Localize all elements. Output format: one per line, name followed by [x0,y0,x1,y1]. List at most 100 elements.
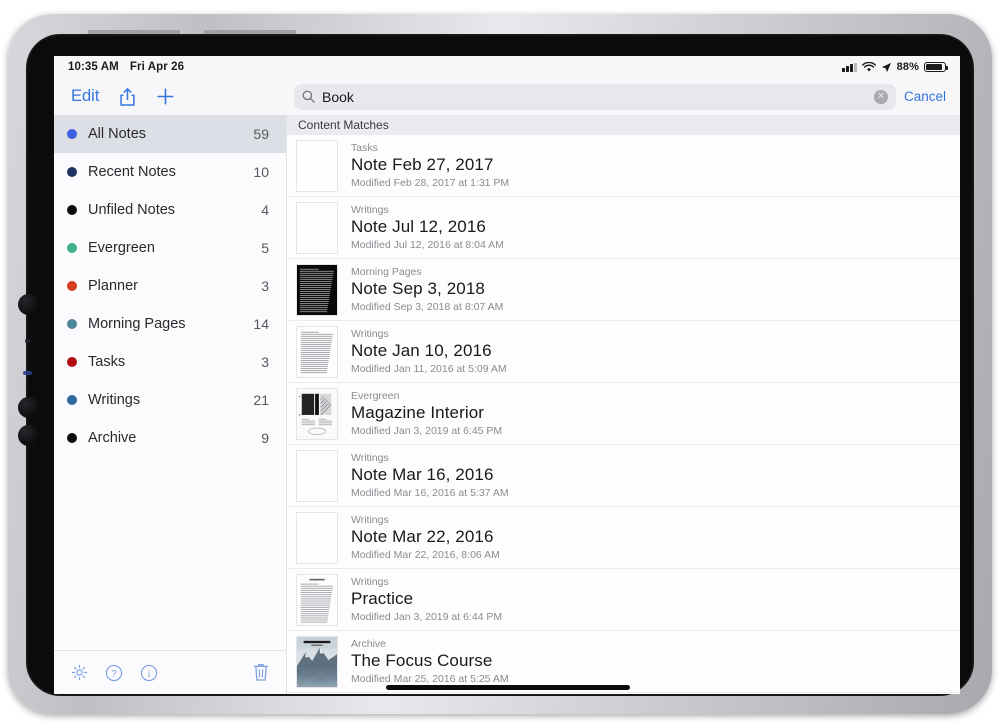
note-text-block: Morning Pages Note Sep 3, 2018 Modified Se… [351,266,503,313]
sidebar-item-evergreen[interactable]: Evergreen 5 [54,229,286,267]
note-thumbnail [296,449,338,502]
camera-sensor-top [18,294,39,315]
wifi-icon [861,61,876,72]
location-arrow-icon [881,62,891,72]
sidebar-item-count: 4 [261,202,269,218]
note-folder-label: Morning Pages [351,266,422,279]
search-result-row[interactable]: Archive The Focus Course Modified Mar 25, … [287,631,960,693]
results-section-header: Content Matches [287,115,960,135]
gear-icon[interactable] [71,664,88,681]
search-results-pane: Content Matches Tasks Note Feb 27, 2017 Mo… [287,115,960,694]
search-query-text: Book [322,88,354,105]
note-thumbnail [296,387,338,440]
note-text-block: Writings Note Mar 22, 2016 Modified Mar 22… [351,514,500,561]
note-title: Note Mar 16, 2016 [351,465,494,485]
note-folder-label: Evergreen [351,390,400,403]
edit-button[interactable]: Edit [71,87,99,106]
search-result-row[interactable]: Tasks Note Feb 27, 2017 Modified Feb 28, 2… [287,135,960,197]
sidebar-item-tasks[interactable]: Tasks 3 [54,343,286,381]
note-modified-date: Modified Jul 12, 2016 at 8:04 AM [351,238,504,251]
note-modified-date: Modified Mar 25, 2016 at 5:25 AM [351,672,509,685]
plus-icon[interactable] [156,87,175,106]
sidebar-item-label: Morning Pages [88,316,186,332]
sidebar-item-all-notes[interactable]: All Notes 59 [54,115,286,153]
note-title: Magazine Interior [351,403,485,423]
folder-list: All Notes 59 Recent Notes 10 Unfiled Notes 4 E… [54,115,286,650]
share-icon[interactable] [119,87,136,107]
search-input[interactable]: Book ✕ [294,83,896,110]
sidebar-item-count: 59 [253,126,269,142]
info-circle-icon[interactable]: i [140,664,158,682]
folder-color-dot [67,129,77,139]
search-result-row[interactable]: Writings Note Mar 16, 2016 Modified Mar 16… [287,445,960,507]
note-modified-date: Modified Jan 3, 2019 at 6:45 PM [351,424,503,437]
note-thumbnail [296,201,338,254]
folder-color-dot [67,319,77,329]
status-bar: 10:35 AM Fri Apr 26 88% [54,56,960,78]
sidebar-item-count: 14 [253,316,269,332]
sidebar-item-archive[interactable]: Archive 9 [54,419,286,457]
note-title: Note Jul 12, 2016 [351,217,486,237]
sidebar-footer-toolbar: ? i [54,650,286,694]
note-title: Practice [351,589,414,609]
sidebar-item-unfiled-notes[interactable]: Unfiled Notes 4 [54,191,286,229]
search-bar-area: Book ✕ Cancel [287,78,960,115]
help-circle-icon[interactable]: ? [105,664,123,682]
tablet-device-frame: 10:35 AM Fri Apr 26 88% Edit Book ✕ Canc… [8,14,992,714]
note-modified-date: Modified Jan 3, 2019 at 6:44 PM [351,610,503,623]
folder-color-dot [67,243,77,253]
sidebar-item-count: 9 [261,430,269,446]
note-thumbnail [296,139,338,192]
search-result-row[interactable]: Writings Note Mar 22, 2016 Modified Mar 22… [287,507,960,569]
sidebar-item-count: 5 [261,240,269,256]
trash-icon[interactable] [253,663,269,682]
search-result-row[interactable]: Writings Note Jul 12, 2016 Modified Jul 12… [287,197,960,259]
note-title: Note Mar 22, 2016 [351,527,494,547]
note-folder-label: Writings [351,328,389,341]
battery-icon [924,61,948,73]
note-modified-date: Modified Sep 3, 2018 at 8:07 AM [351,300,504,313]
note-folder-label: Writings [351,514,389,527]
note-text-block: Writings Practice Modified Jan 3, 2019 at … [351,576,502,623]
cancel-button[interactable]: Cancel [904,89,950,104]
note-folder-label: Archive [351,638,387,651]
note-text-block: Writings Note Mar 16, 2016 Modified Mar 16… [351,452,509,499]
search-result-row[interactable]: Morning Pages Note Sep 3, 2018 Modified Se… [287,259,960,321]
sidebar-item-label: Unfiled Notes [88,202,176,218]
note-thumbnail [296,511,338,564]
note-folder-label: Writings [351,576,389,589]
search-result-row[interactable]: Writings Note Jan 10, 2016 Modified Jan 11… [287,321,960,383]
sidebar-item-planner[interactable]: Planner 3 [54,267,286,305]
folder-color-dot [67,357,77,367]
note-title: Note Feb 27, 2017 [351,155,494,175]
sidebar-toolbar: Edit [54,78,287,115]
note-thumbnail [296,573,338,626]
sidebar-item-count: 10 [253,164,269,180]
camera-sensor-bottom [18,425,39,446]
note-modified-date: Modified Jan 11, 2016 at 5:09 AM [351,362,507,375]
folder-color-dot [67,395,77,405]
note-modified-date: Modified Feb 28, 2017 at 1:31 PM [351,176,510,189]
home-indicator[interactable] [386,685,630,690]
camera-sensor-middle [18,397,39,418]
note-modified-date: Modified Mar 16, 2016 at 5:37 AM [351,486,509,499]
sidebar-item-writings[interactable]: Writings 21 [54,381,286,419]
note-folder-label: Writings [351,204,389,217]
search-result-row[interactable]: Writings Practice Modified Jan 3, 2019 at … [287,569,960,631]
sidebar-item-recent-notes[interactable]: Recent Notes 10 [54,153,286,191]
cellular-bars-icon [842,62,857,72]
note-thumbnail [296,325,338,378]
status-bar-time: 10:35 AM [68,61,119,73]
tablet-screen: 10:35 AM Fri Apr 26 88% Edit Book ✕ Canc… [54,56,960,694]
note-title: Note Jan 10, 2016 [351,341,492,361]
status-bar-date: Fri Apr 26 [129,61,185,73]
folder-color-dot [67,433,77,443]
results-list: Tasks Note Feb 27, 2017 Modified Feb 28, 2… [287,135,960,693]
clear-circle-icon[interactable]: ✕ [873,89,888,104]
svg-text:?: ? [111,668,117,679]
content-split: All Notes 59 Recent Notes 10 Unfiled Notes 4 E… [54,115,960,694]
sidebar-item-label: Tasks [88,354,126,370]
sidebar-item-morning-pages[interactable]: Morning Pages 14 [54,305,286,343]
note-title: The Focus Course [351,651,493,671]
search-result-row[interactable]: Evergreen Magazine Interior Modified Jan 3… [287,383,960,445]
